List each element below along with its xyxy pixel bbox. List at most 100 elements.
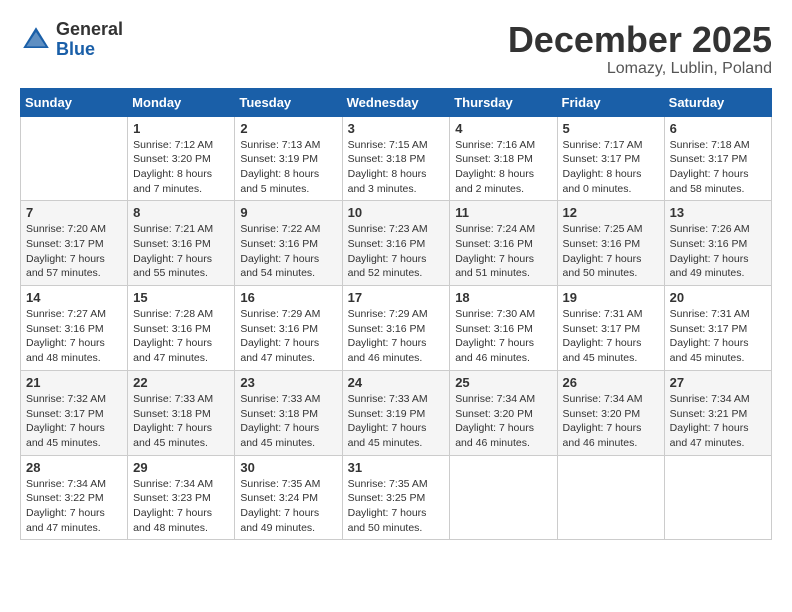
day-info: Sunrise: 7:18 AM Sunset: 3:17 PM Dayligh… bbox=[670, 138, 766, 197]
day-info: Sunrise: 7:25 AM Sunset: 3:16 PM Dayligh… bbox=[563, 222, 659, 281]
day-cell bbox=[21, 116, 128, 201]
day-cell: 8 Sunrise: 7:21 AM Sunset: 3:16 PM Daylig… bbox=[128, 201, 235, 286]
week-row-2: 7 Sunrise: 7:20 AM Sunset: 3:17 PM Daylig… bbox=[21, 201, 772, 286]
title-area: December 2025 Lomazy, Lublin, Poland bbox=[508, 20, 772, 78]
day-info: Sunrise: 7:12 AM Sunset: 3:20 PM Dayligh… bbox=[133, 138, 229, 197]
day-cell: 31 Sunrise: 7:35 AM Sunset: 3:25 PM Dayli… bbox=[342, 455, 450, 540]
day-info: Sunrise: 7:34 AM Sunset: 3:20 PM Dayligh… bbox=[455, 392, 551, 451]
day-cell: 20Sunrise: 7:31 AM Sunset: 3:17 PM Dayli… bbox=[664, 286, 771, 371]
day-cell: 21 Sunrise: 7:32 AM Sunset: 3:17 PM Dayli… bbox=[21, 370, 128, 455]
day-info: Sunrise: 7:16 AM Sunset: 3:18 PM Dayligh… bbox=[455, 138, 551, 197]
day-info: Sunrise: 7:33 AM Sunset: 3:18 PM Dayligh… bbox=[133, 392, 229, 451]
day-number: 19 bbox=[563, 290, 659, 305]
day-info: Sunrise: 7:34 AM Sunset: 3:21 PM Dayligh… bbox=[670, 392, 766, 451]
day-cell bbox=[664, 455, 771, 540]
day-cell: 2Sunrise: 7:13 AM Sunset: 3:19 PM Daylig… bbox=[235, 116, 342, 201]
day-info: Sunrise: 7:34 AM Sunset: 3:22 PM Dayligh… bbox=[26, 477, 122, 536]
day-cell: 12 Sunrise: 7:25 AM Sunset: 3:16 PM Dayli… bbox=[557, 201, 664, 286]
day-info: Sunrise: 7:23 AM Sunset: 3:16 PM Dayligh… bbox=[348, 222, 445, 281]
day-number: 22 bbox=[133, 375, 229, 390]
month-title: December 2025 bbox=[508, 20, 772, 60]
day-cell: 27Sunrise: 7:34 AM Sunset: 3:21 PM Dayli… bbox=[664, 370, 771, 455]
location: Lomazy, Lublin, Poland bbox=[508, 60, 772, 78]
weekday-header-tuesday: Tuesday bbox=[235, 88, 342, 116]
weekday-header-sunday: Sunday bbox=[21, 88, 128, 116]
day-info: Sunrise: 7:34 AM Sunset: 3:23 PM Dayligh… bbox=[133, 477, 229, 536]
day-cell: 13Sunrise: 7:26 AM Sunset: 3:16 PM Dayli… bbox=[664, 201, 771, 286]
day-number: 31 bbox=[348, 460, 445, 475]
day-cell: 5Sunrise: 7:17 AM Sunset: 3:17 PM Daylig… bbox=[557, 116, 664, 201]
day-number: 5 bbox=[563, 121, 659, 136]
day-number: 3 bbox=[348, 121, 445, 136]
day-number: 29 bbox=[133, 460, 229, 475]
day-info: Sunrise: 7:32 AM Sunset: 3:17 PM Dayligh… bbox=[26, 392, 122, 451]
day-info: Sunrise: 7:33 AM Sunset: 3:19 PM Dayligh… bbox=[348, 392, 445, 451]
day-cell: 9 Sunrise: 7:22 AM Sunset: 3:16 PM Daylig… bbox=[235, 201, 342, 286]
day-number: 6 bbox=[670, 121, 766, 136]
day-info: Sunrise: 7:27 AM Sunset: 3:16 PM Dayligh… bbox=[26, 307, 122, 366]
day-number: 25 bbox=[455, 375, 551, 390]
weekday-header-saturday: Saturday bbox=[664, 88, 771, 116]
logo-icon bbox=[20, 24, 52, 56]
day-info: Sunrise: 7:31 AM Sunset: 3:17 PM Dayligh… bbox=[563, 307, 659, 366]
day-cell bbox=[557, 455, 664, 540]
day-cell bbox=[450, 455, 557, 540]
day-number: 24 bbox=[348, 375, 445, 390]
day-cell: 4 Sunrise: 7:16 AM Sunset: 3:18 PM Daylig… bbox=[450, 116, 557, 201]
weekday-header-wednesday: Wednesday bbox=[342, 88, 450, 116]
day-info: Sunrise: 7:31 AM Sunset: 3:17 PM Dayligh… bbox=[670, 307, 766, 366]
day-info: Sunrise: 7:29 AM Sunset: 3:16 PM Dayligh… bbox=[348, 307, 445, 366]
day-cell: 23Sunrise: 7:33 AM Sunset: 3:18 PM Dayli… bbox=[235, 370, 342, 455]
day-cell: 15 Sunrise: 7:28 AM Sunset: 3:16 PM Dayli… bbox=[128, 286, 235, 371]
day-number: 4 bbox=[455, 121, 551, 136]
day-cell: 11 Sunrise: 7:24 AM Sunset: 3:16 PM Dayli… bbox=[450, 201, 557, 286]
day-cell: 7 Sunrise: 7:20 AM Sunset: 3:17 PM Daylig… bbox=[21, 201, 128, 286]
day-cell: 17Sunrise: 7:29 AM Sunset: 3:16 PM Dayli… bbox=[342, 286, 450, 371]
logo-text: General Blue bbox=[56, 20, 123, 60]
day-number: 9 bbox=[240, 205, 336, 220]
week-row-5: 28 Sunrise: 7:34 AM Sunset: 3:22 PM Dayli… bbox=[21, 455, 772, 540]
logo-general: General bbox=[56, 19, 123, 39]
day-number: 28 bbox=[26, 460, 122, 475]
page-header: General Blue December 2025 Lomazy, Lubli… bbox=[20, 20, 772, 78]
day-cell: 14 Sunrise: 7:27 AM Sunset: 3:16 PM Dayli… bbox=[21, 286, 128, 371]
weekday-header-row: SundayMondayTuesdayWednesdayThursdayFrid… bbox=[21, 88, 772, 116]
day-info: Sunrise: 7:35 AM Sunset: 3:25 PM Dayligh… bbox=[348, 477, 445, 536]
day-number: 7 bbox=[26, 205, 122, 220]
day-cell: 19 Sunrise: 7:31 AM Sunset: 3:17 PM Dayli… bbox=[557, 286, 664, 371]
day-number: 8 bbox=[133, 205, 229, 220]
day-number: 23 bbox=[240, 375, 336, 390]
day-number: 14 bbox=[26, 290, 122, 305]
day-info: Sunrise: 7:28 AM Sunset: 3:16 PM Dayligh… bbox=[133, 307, 229, 366]
day-number: 10 bbox=[348, 205, 445, 220]
day-number: 11 bbox=[455, 205, 551, 220]
day-cell: 6 Sunrise: 7:18 AM Sunset: 3:17 PM Daylig… bbox=[664, 116, 771, 201]
day-number: 21 bbox=[26, 375, 122, 390]
day-info: Sunrise: 7:26 AM Sunset: 3:16 PM Dayligh… bbox=[670, 222, 766, 281]
day-info: Sunrise: 7:22 AM Sunset: 3:16 PM Dayligh… bbox=[240, 222, 336, 281]
calendar-table: SundayMondayTuesdayWednesdayThursdayFrid… bbox=[20, 88, 772, 541]
weekday-header-monday: Monday bbox=[128, 88, 235, 116]
day-info: Sunrise: 7:21 AM Sunset: 3:16 PM Dayligh… bbox=[133, 222, 229, 281]
week-row-3: 14 Sunrise: 7:27 AM Sunset: 3:16 PM Dayli… bbox=[21, 286, 772, 371]
day-number: 1 bbox=[133, 121, 229, 136]
day-cell: 1 Sunrise: 7:12 AM Sunset: 3:20 PM Daylig… bbox=[128, 116, 235, 201]
day-info: Sunrise: 7:20 AM Sunset: 3:17 PM Dayligh… bbox=[26, 222, 122, 281]
day-cell: 30Sunrise: 7:35 AM Sunset: 3:24 PM Dayli… bbox=[235, 455, 342, 540]
day-cell: 16Sunrise: 7:29 AM Sunset: 3:16 PM Dayli… bbox=[235, 286, 342, 371]
day-number: 16 bbox=[240, 290, 336, 305]
day-cell: 29 Sunrise: 7:34 AM Sunset: 3:23 PM Dayli… bbox=[128, 455, 235, 540]
day-number: 26 bbox=[563, 375, 659, 390]
day-number: 15 bbox=[133, 290, 229, 305]
weekday-header-thursday: Thursday bbox=[450, 88, 557, 116]
day-info: Sunrise: 7:15 AM Sunset: 3:18 PM Dayligh… bbox=[348, 138, 445, 197]
logo-blue: Blue bbox=[56, 39, 95, 59]
day-info: Sunrise: 7:24 AM Sunset: 3:16 PM Dayligh… bbox=[455, 222, 551, 281]
day-number: 2 bbox=[240, 121, 336, 136]
day-info: Sunrise: 7:35 AM Sunset: 3:24 PM Dayligh… bbox=[240, 477, 336, 536]
day-cell: 24 Sunrise: 7:33 AM Sunset: 3:19 PM Dayli… bbox=[342, 370, 450, 455]
day-number: 12 bbox=[563, 205, 659, 220]
day-cell: 10 Sunrise: 7:23 AM Sunset: 3:16 PM Dayli… bbox=[342, 201, 450, 286]
day-cell: 18Sunrise: 7:30 AM Sunset: 3:16 PM Dayli… bbox=[450, 286, 557, 371]
day-number: 18 bbox=[455, 290, 551, 305]
